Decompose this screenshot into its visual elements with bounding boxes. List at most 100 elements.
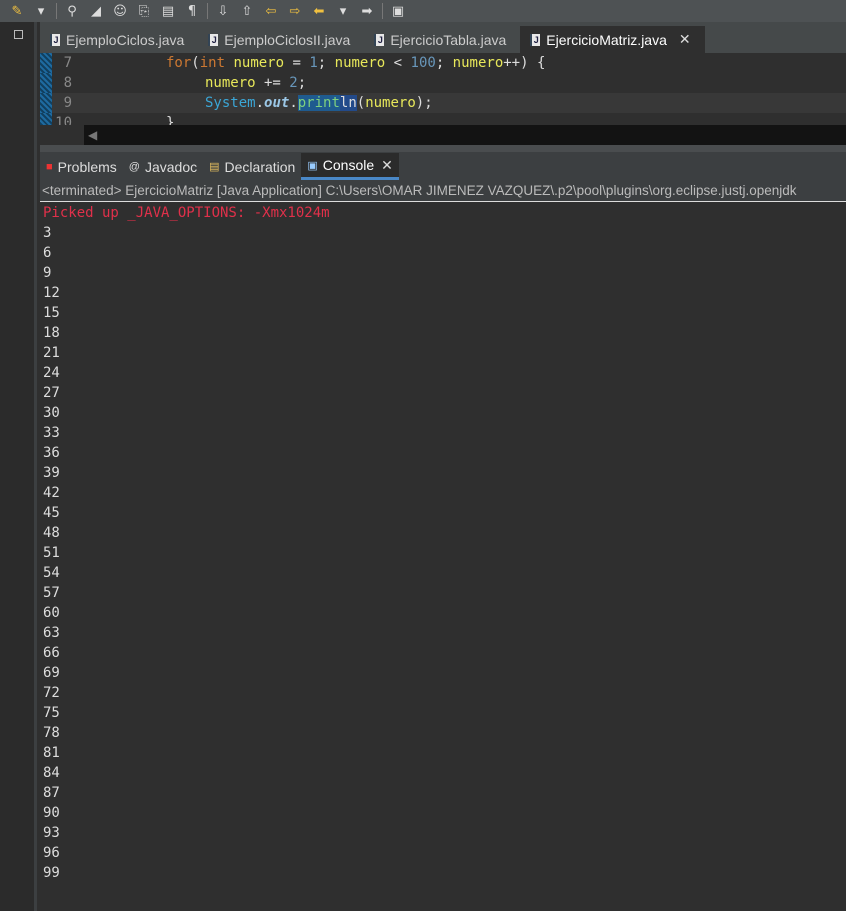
class-name: System [205,95,256,111]
main-toolbar: ✎ ▾ ⚲ ◢ ☺ ⎘ ▤ ¶ ⇩ ⇧ ⇦ ⇨ ⬅ ▾ ➡ ▣ [0,0,846,22]
editor-tab[interactable]: J EjemploCiclos.java [40,26,198,53]
mark-occurrences-icon[interactable]: ◢ [87,4,105,19]
at-icon: @ [128,160,140,173]
word-wrap-icon[interactable]: ⎘ [135,4,153,19]
tab-label: EjercicioTabla.java [390,31,507,48]
variable: numero [205,75,256,91]
show-whitespace-icon[interactable]: ▤ [159,4,177,19]
console-line: 24 [43,365,60,381]
tab-problems[interactable]: ■ Problems [40,153,123,180]
console-line: 27 [43,385,60,401]
keyword: int [199,55,226,71]
number: 100 [410,55,436,71]
separator [382,3,383,19]
line-number: 7 [63,55,72,71]
console-line: 21 [43,345,60,361]
tab-label: EjemploCiclos.java [66,31,185,48]
console-line: 42 [43,485,60,501]
console-line: 69 [43,665,60,681]
next-annotation-icon[interactable]: ⇩ [214,4,232,19]
console-line: 3 [43,225,52,241]
console-line: 36 [43,445,60,461]
console-line: 18 [43,325,60,341]
dropdown-icon[interactable]: ▾ [334,4,352,19]
console-status: <terminated> EjercicioMatriz [Java Appli… [40,180,846,202]
console-line: 96 [43,845,60,861]
punct: ( [356,95,366,111]
method-highlight: print [297,95,340,111]
editor-tab[interactable]: J EjemploCiclosII.java [198,26,364,53]
java-file-icon: J [374,33,385,46]
console-line: 78 [43,725,60,741]
line-number: 9 [63,95,72,111]
tab-label: EjercicioMatriz.java [546,31,667,48]
dropdown-icon[interactable]: ▾ [32,4,50,19]
variable: numero [233,55,285,71]
number: 1 [309,55,318,71]
punct: ; [435,55,453,71]
editor-tab-bar: J EjemploCiclos.java J EjemploCiclosII.jav… [40,22,846,53]
console-line: 99 [43,865,60,881]
open-perspective-icon[interactable]: ▣ [389,4,407,19]
editor-tab-active[interactable]: J EjercicioMatriz.java ✕ [520,26,705,53]
console-line: 66 [43,645,60,661]
back-icon[interactable]: ⬅ [310,4,328,19]
console-line: 93 [43,825,60,841]
java-file-icon: J [50,33,60,46]
restore-icon[interactable] [14,30,23,39]
last-edit-icon[interactable]: ⇦ [262,4,280,19]
scroll-left-icon[interactable]: ◀ [88,128,97,142]
toggle-breadcrumb-icon[interactable]: ⚲ [63,4,81,19]
variable: numero [452,55,504,71]
separator [56,3,57,19]
console-line: 57 [43,585,60,601]
console-line: 87 [43,785,60,801]
keyword: for [166,55,192,71]
next-edit-icon[interactable]: ⇨ [286,4,304,19]
punct: ( [191,55,200,71]
console-line: 63 [43,625,60,641]
tab-console[interactable]: ▣ Console ✕ [301,153,399,180]
tab-label: Console [322,157,375,173]
console-line: 12 [43,285,60,301]
previous-annotation-icon[interactable]: ⇧ [238,4,256,19]
tab-declaration[interactable]: ▤ Declaration [203,153,301,180]
left-trim-bar [0,22,37,911]
tab-label: Javadoc [144,158,198,175]
code-line-current: 9 System.out.println(numero); [40,93,846,113]
java-file-icon: J [208,33,219,46]
punct: ; [297,75,307,91]
declaration-icon: ▤ [209,161,220,173]
pencil-icon[interactable]: ✎ [8,4,26,19]
method-highlight: ln [339,95,357,111]
tab-label: Declaration [224,158,296,175]
console-line: 9 [43,265,52,281]
op: < [385,55,411,71]
code-line: 10} [40,113,846,125]
code-editor[interactable]: 7 for(int numero = 1; numero < 100; numer… [40,53,846,125]
sash[interactable] [40,145,846,152]
horizontal-scrollbar[interactable]: ◀ [84,125,846,145]
console-line: 90 [43,805,60,821]
editor-tab[interactable]: J EjercicioTabla.java [364,26,520,53]
console-line: 45 [43,505,60,521]
problems-icon: ■ [46,160,53,173]
pilcrow-icon[interactable]: ¶ [183,4,201,19]
variable: numero [334,55,386,71]
close-icon[interactable]: ✕ [381,157,393,174]
console-line: 48 [43,525,60,541]
view-tab-bar: ■ Problems @ Javadoc ▤ Declaration ▣ Console… [40,152,846,180]
console-line: 60 [43,605,60,621]
punct: . [255,95,265,111]
block-selection-icon[interactable]: ☺ [111,4,129,19]
forward-icon[interactable]: ➡ [358,4,376,19]
console-line: 51 [43,545,60,561]
console-line: 30 [43,405,60,421]
tab-javadoc[interactable]: @ Javadoc [123,153,203,180]
console-output[interactable]: Picked up _JAVA_OPTIONS: -Xmx1024m 3 6 9 12… [40,203,846,911]
console-line: 15 [43,305,60,321]
op: += [255,75,290,91]
separator [207,3,208,19]
op: = [284,55,310,71]
close-icon[interactable]: ✕ [679,31,691,48]
